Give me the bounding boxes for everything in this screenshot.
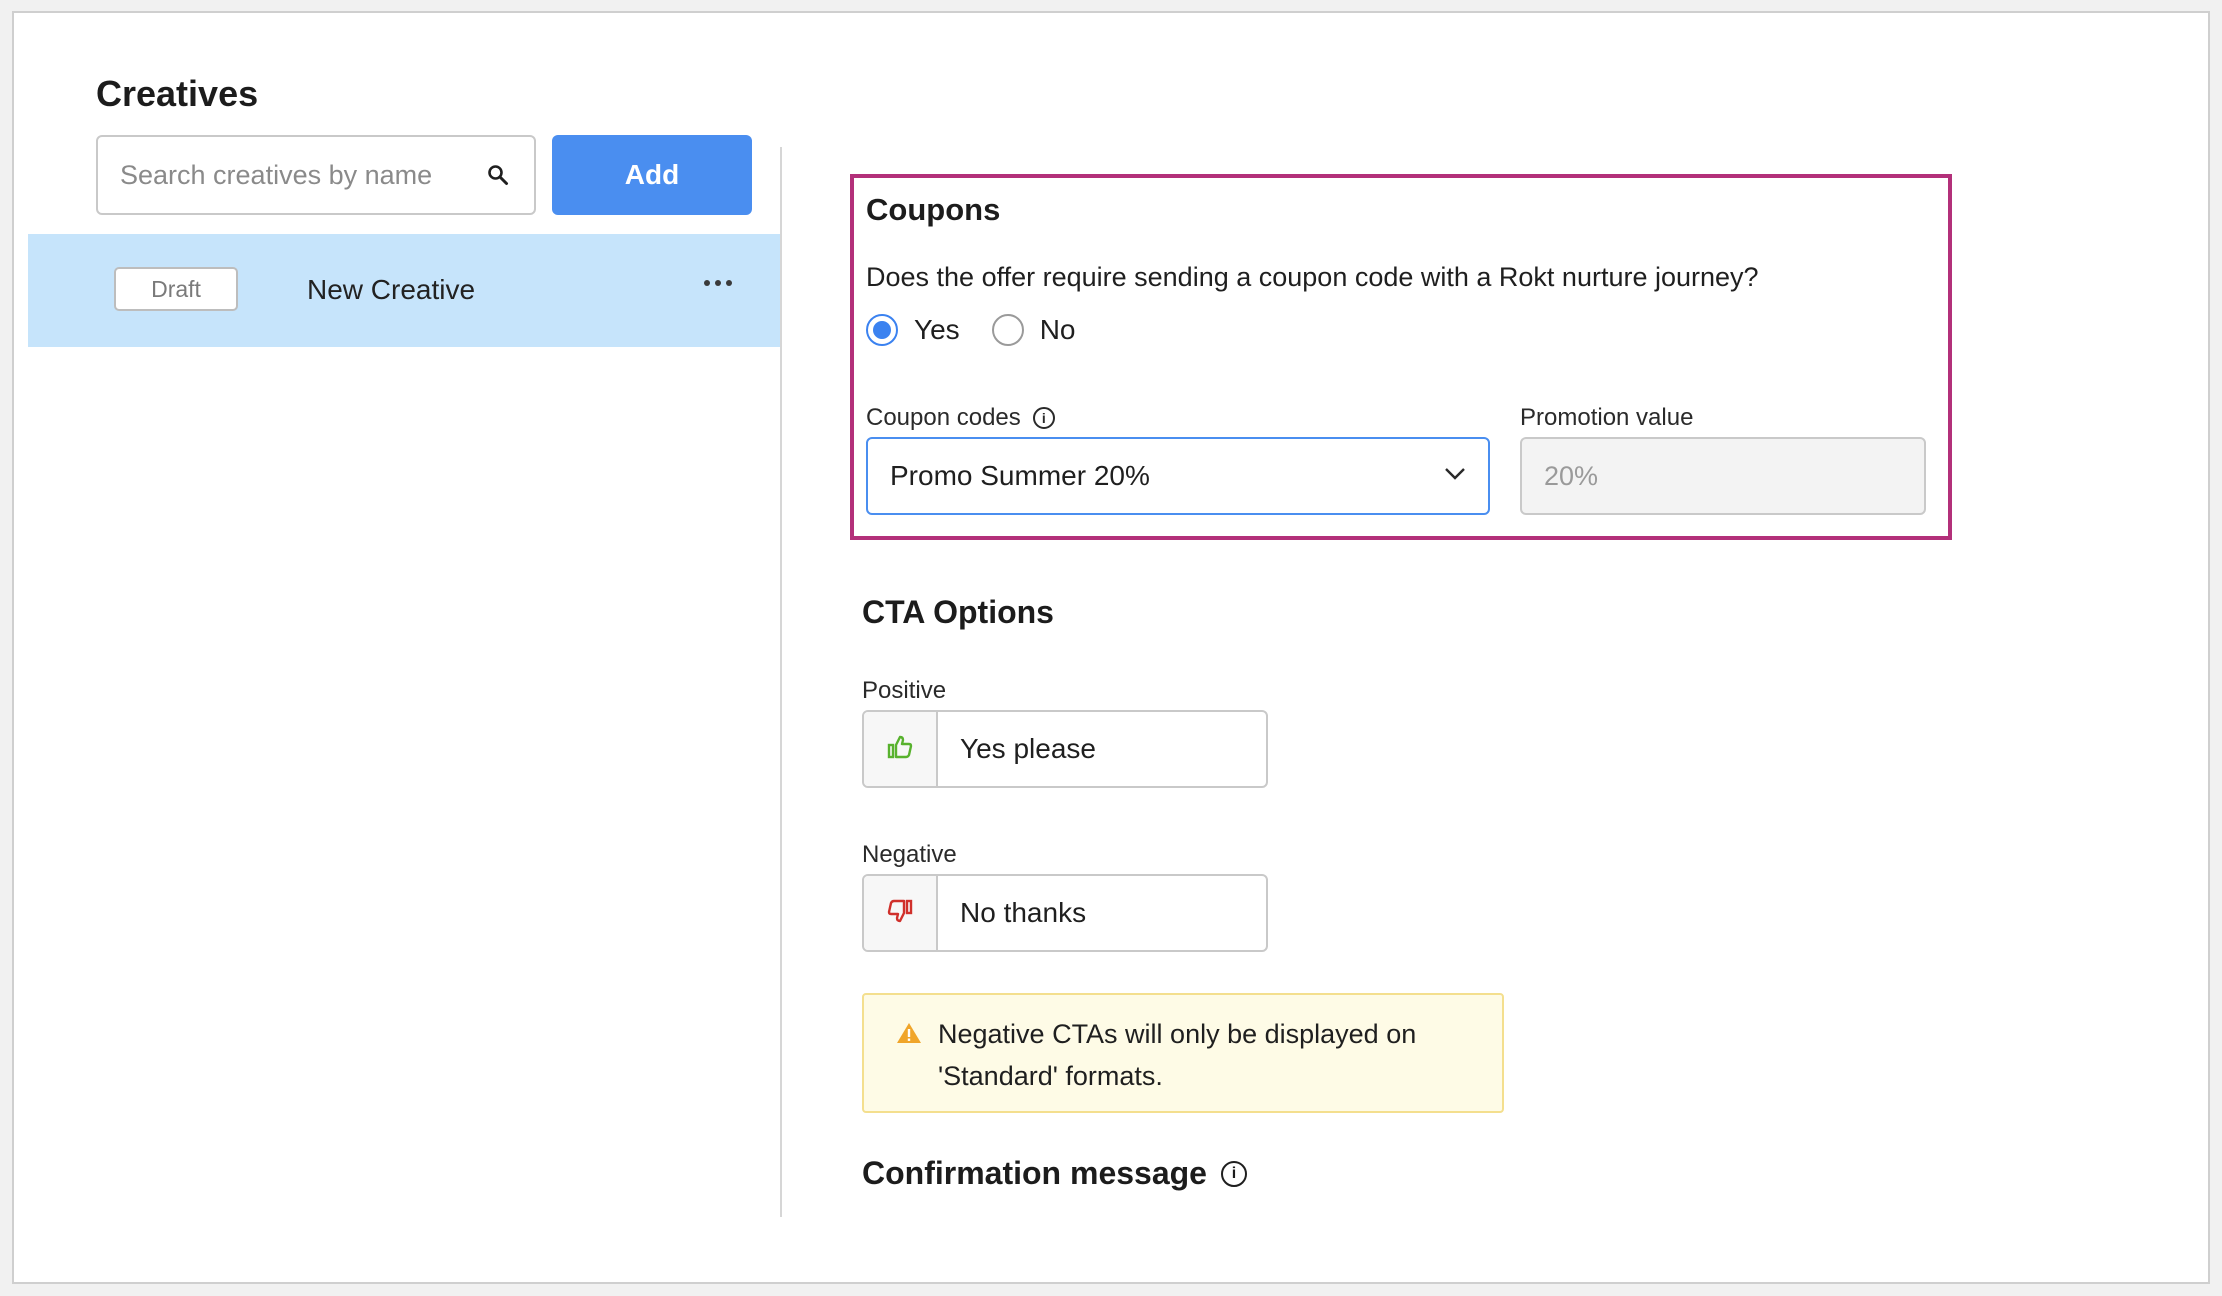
status-badge: Draft — [114, 267, 238, 311]
search-input[interactable] — [120, 159, 484, 191]
coupons-title: Coupons — [866, 192, 1001, 227]
positive-label: Positive — [862, 677, 947, 704]
radio-no-label: No — [1039, 314, 1076, 345]
thumbs-down-icon — [886, 897, 914, 930]
search-box[interactable] — [96, 135, 536, 215]
coupons-section: Coupons Does the offer require sending a… — [850, 174, 1952, 540]
chevron-down-icon — [1444, 467, 1466, 486]
negative-cta-field[interactable]: No thanks — [862, 874, 1268, 952]
positive-icon-cell — [864, 712, 938, 786]
panel-divider — [780, 147, 782, 1217]
negative-icon-cell — [864, 876, 938, 950]
creative-name: New Creative — [307, 274, 476, 305]
coupon-radio-group: Yes No — [866, 314, 1107, 346]
creatives-title: Creatives — [96, 73, 259, 114]
negative-label: Negative — [862, 841, 957, 868]
radio-yes-label: Yes — [914, 314, 960, 345]
radio-yes[interactable]: Yes — [866, 314, 960, 346]
positive-cta-field[interactable]: Yes please — [862, 710, 1268, 788]
radio-no[interactable]: No — [991, 314, 1076, 346]
coupon-codes-label-text: Coupon codes — [866, 404, 1021, 431]
search-icon[interactable] — [484, 161, 512, 189]
cta-options-title: CTA Options — [862, 594, 1054, 630]
coupon-codes-label: Coupon codes i — [866, 404, 1055, 432]
negative-cta-value: No thanks — [960, 897, 1087, 928]
thumbs-up-icon — [886, 733, 914, 766]
creative-list-item[interactable]: Draft New Creative — [28, 234, 780, 347]
confirmation-title-text: Confirmation message — [862, 1155, 1207, 1191]
add-button[interactable]: Add — [552, 135, 752, 215]
app-frame: Creatives Add Draft New Creative Coupons… — [12, 11, 2210, 1284]
coupon-codes-select[interactable]: Promo Summer 20% — [866, 437, 1490, 515]
ellipsis-icon — [704, 280, 710, 286]
more-options-button[interactable] — [698, 268, 738, 298]
coupon-question: Does the offer require sending a coupon … — [866, 262, 1759, 292]
warning-icon — [896, 1021, 922, 1050]
warning-text: Negative CTAs will only be displayed on … — [938, 1019, 1417, 1091]
info-icon[interactable]: i — [1032, 407, 1055, 429]
info-icon[interactable]: i — [1220, 1160, 1247, 1187]
warning-alert: Negative CTAs will only be displayed on … — [862, 993, 1504, 1113]
promotion-value-input[interactable]: 20% — [1520, 437, 1926, 515]
radio-no-circle[interactable] — [991, 314, 1024, 346]
promotion-value-label: Promotion value — [1520, 404, 1694, 431]
confirmation-message-title: Confirmation message i — [862, 1155, 1247, 1192]
coupon-codes-value: Promo Summer 20% — [890, 460, 1150, 491]
positive-cta-value: Yes please — [960, 733, 1096, 764]
radio-yes-circle[interactable] — [866, 314, 898, 346]
